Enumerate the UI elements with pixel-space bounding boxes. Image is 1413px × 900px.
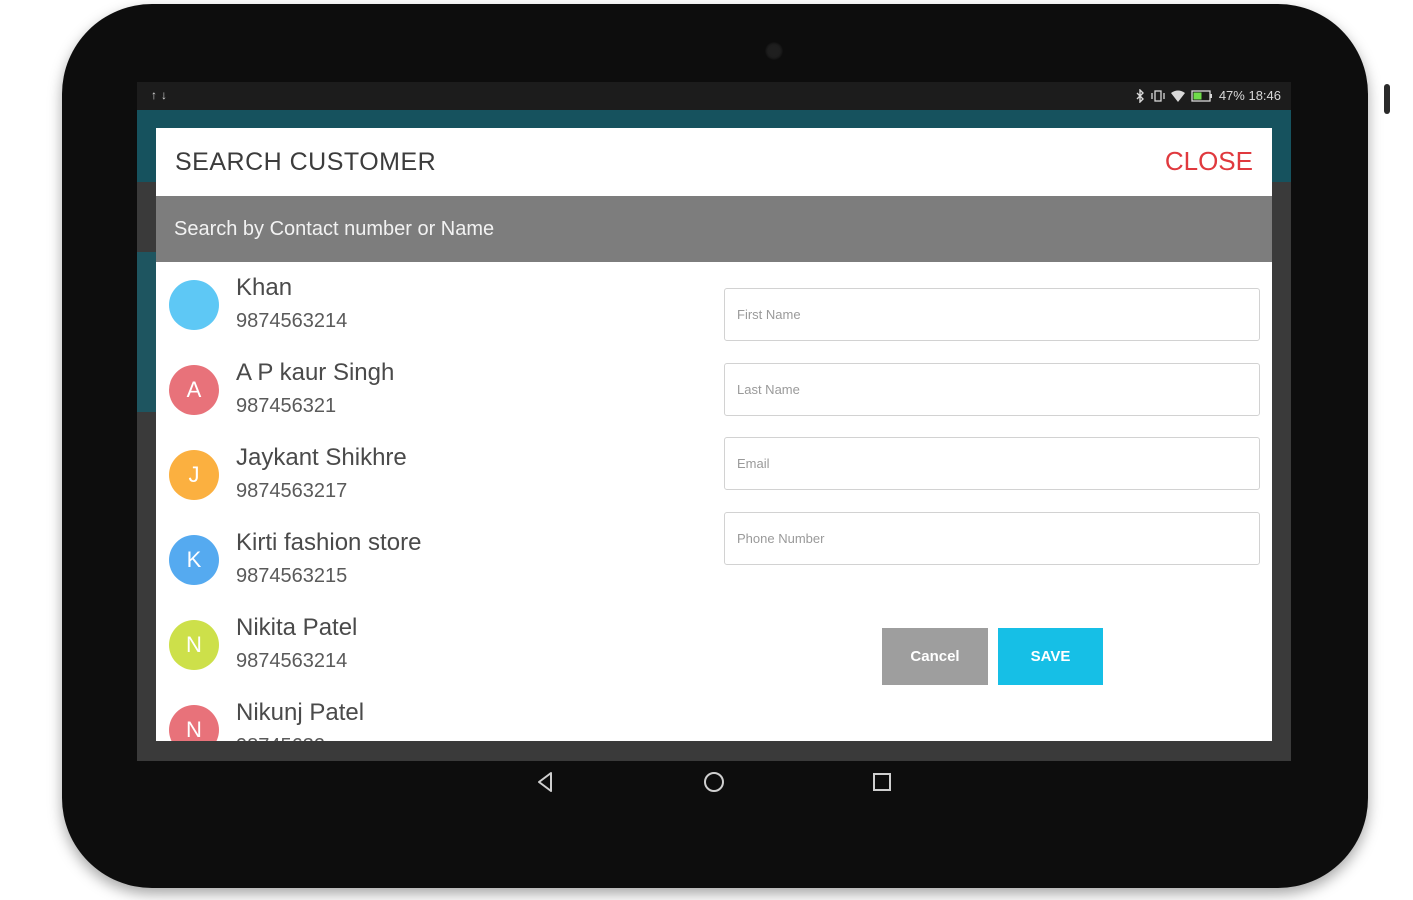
avatar: K: [169, 535, 219, 585]
customer-phone: 9874563214: [236, 650, 348, 672]
list-item[interactable]: Khan 9874563214: [156, 262, 716, 347]
status-indicators: 47% 18:46: [1135, 88, 1281, 103]
customer-name: Kirti fashion store: [236, 529, 422, 556]
bluetooth-icon: [1136, 88, 1144, 103]
avatar: [169, 280, 219, 330]
customer-name: Jaykant Shikhre: [236, 444, 407, 471]
customer-name: Khan: [236, 274, 293, 301]
customer-name: Nikunj Patel: [236, 699, 365, 726]
first-name-field[interactable]: [724, 288, 1260, 341]
back-icon[interactable]: [533, 769, 559, 795]
email-field[interactable]: [724, 437, 1260, 490]
list-item[interactable]: K Kirti fashion store 9874563215: [156, 517, 716, 602]
customer-list[interactable]: Khan 9874563214 A A P kaur Singh 987456321 J J…: [156, 262, 716, 741]
battery-icon: [1191, 89, 1212, 102]
dialog-title: SEARCH CUSTOMER: [175, 148, 437, 176]
close-button[interactable]: CLOSE: [1165, 146, 1253, 177]
customer-phone: 9874563214: [236, 310, 348, 332]
screen: ↑↓ 47% 18:46 SEARCH CUSTOMER CLOSE Searc…: [137, 82, 1291, 761]
last-name-field[interactable]: [724, 363, 1260, 416]
customer-name: Nikita Patel: [236, 614, 358, 641]
save-button[interactable]: SAVE: [998, 628, 1103, 685]
navigation-bar: [137, 761, 1291, 805]
customer-phone: 9874563217: [236, 480, 348, 502]
background-app-sidebar: [137, 252, 157, 412]
avatar: N: [169, 620, 219, 670]
dialog-header: SEARCH CUSTOMER CLOSE: [156, 128, 1272, 196]
search-customer-dialog: SEARCH CUSTOMER CLOSE Khan 9874563214 A A P…: [156, 128, 1272, 741]
search-input[interactable]: [156, 196, 1272, 262]
list-item[interactable]: N Nikita Patel 9874563214: [156, 602, 716, 687]
home-icon[interactable]: [701, 769, 727, 795]
wifi-icon: [1170, 90, 1185, 102]
avatar: J: [169, 450, 219, 500]
phone-number-field[interactable]: [724, 512, 1260, 565]
avatar: N: [169, 705, 219, 741]
customer-name: A P kaur Singh: [236, 359, 395, 386]
list-item[interactable]: J Jaykant Shikhre 9874563217: [156, 432, 716, 517]
list-item[interactable]: N Nikunj Patel 98745632: [156, 687, 716, 741]
customer-phone: 98745632: [236, 735, 325, 741]
vibrate-icon: [1151, 89, 1165, 102]
customer-phone: 987456321: [236, 395, 337, 417]
avatar: A: [169, 365, 219, 415]
search-bar: [156, 196, 1272, 262]
notification-icons: ↑↓: [151, 88, 171, 102]
status-text: 47% 18:46: [1218, 88, 1281, 103]
power-button: [1384, 84, 1390, 114]
cancel-button[interactable]: Cancel: [882, 628, 988, 685]
status-bar: ↑↓ 47% 18:46: [137, 82, 1291, 110]
recents-icon[interactable]: [869, 769, 895, 795]
list-item[interactable]: A A P kaur Singh 987456321: [156, 347, 716, 432]
camera-icon: [765, 42, 783, 60]
customer-phone: 9874563215: [236, 565, 348, 587]
